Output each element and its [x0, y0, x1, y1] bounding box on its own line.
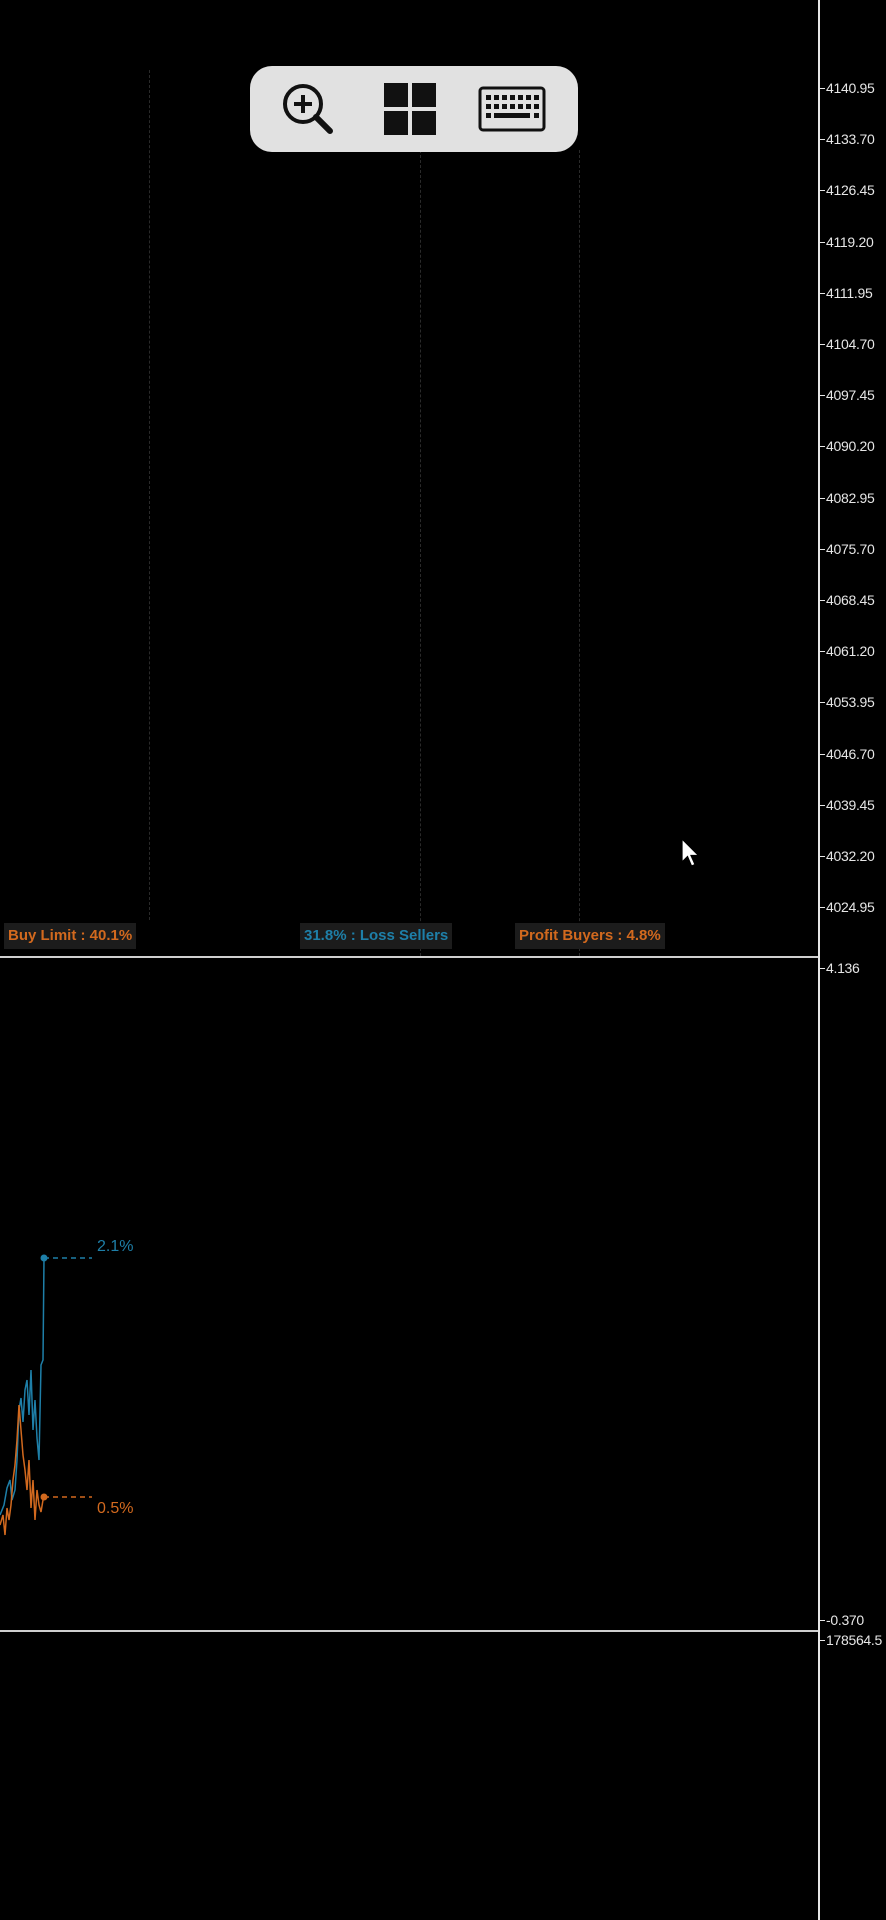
mouse-cursor-icon [681, 838, 700, 867]
tick-label: 4082.95 [826, 490, 875, 506]
tick-mark [820, 292, 825, 294]
floating-toolbar [250, 66, 578, 152]
tick-mark [820, 445, 825, 447]
tick-mark [820, 650, 825, 652]
tick-label: 4111.95 [826, 285, 873, 301]
price-axis-tick: 4119.20 [820, 234, 874, 250]
tick-mark [820, 1639, 825, 1641]
price-axis-tick: 4082.95 [820, 490, 875, 506]
tick-label: 4075.70 [826, 541, 875, 557]
bottom-pane[interactable] [0, 1634, 818, 1920]
tick-label: 4140.95 [826, 80, 875, 96]
tick-label: 4104.70 [826, 336, 875, 352]
tick-mark [820, 906, 825, 908]
blue-series-endpoint [40, 1254, 48, 1262]
zoom-in-icon [283, 84, 333, 134]
price-axis-tick: 4024.95 [820, 899, 875, 915]
price-axis-tick: 4097.45 [820, 387, 875, 403]
tick-mark [820, 394, 825, 396]
tick-mark [820, 967, 825, 969]
price-axis-tick: 4061.20 [820, 643, 875, 659]
tick-mark [820, 241, 825, 243]
price-axis-tick: 4090.20 [820, 438, 875, 454]
price-axis-tick: 4104.70 [820, 336, 875, 352]
orange-series [0, 1404, 45, 1536]
profit-buyers-label: Profit Buyers : 4.8% [515, 923, 665, 949]
buy-limit-label: Buy Limit : 40.1% [4, 923, 137, 949]
tick-label: 4061.20 [826, 643, 875, 659]
vertical-gridline [149, 70, 150, 920]
tick-mark [820, 599, 825, 601]
tick-label: 4119.20 [826, 234, 874, 250]
indicator-plot [0, 1254, 92, 1536]
price-axis-tick: 4032.20 [820, 848, 875, 864]
keyboard-button[interactable] [472, 66, 552, 152]
tick-label: 4046.70 [826, 746, 875, 762]
tick-mark [820, 189, 825, 191]
blue-value-label: 2.1% [97, 1238, 134, 1255]
tick-label: 4133.70 [826, 131, 875, 147]
price-axis-tick: 4.136 [820, 960, 860, 976]
tick-label: 4053.95 [826, 694, 875, 710]
tick-label: 4032.20 [826, 848, 875, 864]
vertical-gridline [579, 150, 580, 956]
tick-label: 4039.45 [826, 797, 875, 813]
tick-mark [820, 701, 825, 703]
tick-label: 4090.20 [826, 438, 875, 454]
zoom-button[interactable] [276, 66, 340, 152]
tick-mark [820, 343, 825, 345]
price-axis-tick: 4140.95 [820, 80, 875, 96]
price-axis-tick: 4133.70 [820, 131, 875, 147]
price-axis-tick: 4126.45 [820, 182, 875, 198]
tick-mark [820, 855, 825, 857]
tick-mark [820, 87, 825, 89]
price-axis-tick: -0.370 [820, 1612, 864, 1628]
price-axis-tick: 4068.45 [820, 592, 875, 608]
orange-value-label: 0.5% [97, 1500, 134, 1517]
vertical-gridline [420, 150, 421, 956]
trading-chart-screen: Buy Limit : 40.1% 31.8% : Loss Sellers P… [0, 0, 886, 1920]
tick-label: 4126.45 [826, 182, 875, 198]
tick-label: 4.136 [826, 960, 860, 976]
price-axis-tick: 4039.45 [820, 797, 875, 813]
tick-label: 4097.45 [826, 387, 875, 403]
pane-separator[interactable] [0, 956, 818, 958]
loss-sellers-label: 31.8% : Loss Sellers [300, 923, 453, 949]
tick-mark [820, 548, 825, 550]
price-axis-tick: 4075.70 [820, 541, 875, 557]
tick-mark [820, 138, 825, 140]
price-axis-tick: 4046.70 [820, 746, 875, 762]
price-axis-tick: 4111.95 [820, 285, 873, 301]
keyboard-icon [478, 86, 546, 132]
tick-mark [820, 497, 825, 499]
orange-series-endpoint [40, 1493, 48, 1501]
tick-label: 4068.45 [826, 592, 875, 608]
tick-mark [820, 804, 825, 806]
tick-label: 178564.5 [826, 1632, 882, 1648]
grid-layout-icon [384, 83, 436, 135]
layout-button[interactable] [378, 66, 442, 152]
tick-mark [820, 753, 825, 755]
indicator-pane[interactable]: 2.1% 0.5% [0, 960, 818, 1630]
tick-mark [820, 1619, 825, 1621]
price-axis[interactable]: 4140.95 4133.70 4126.45 4119.20 4111.95 4104.… [818, 0, 886, 1920]
pane-separator[interactable] [0, 1630, 818, 1632]
blue-series [0, 1257, 45, 1516]
price-axis-tick: 178564.5 [820, 1632, 882, 1648]
tick-label: -0.370 [826, 1612, 864, 1628]
tick-label: 4024.95 [826, 899, 875, 915]
price-axis-tick: 4053.95 [820, 694, 875, 710]
